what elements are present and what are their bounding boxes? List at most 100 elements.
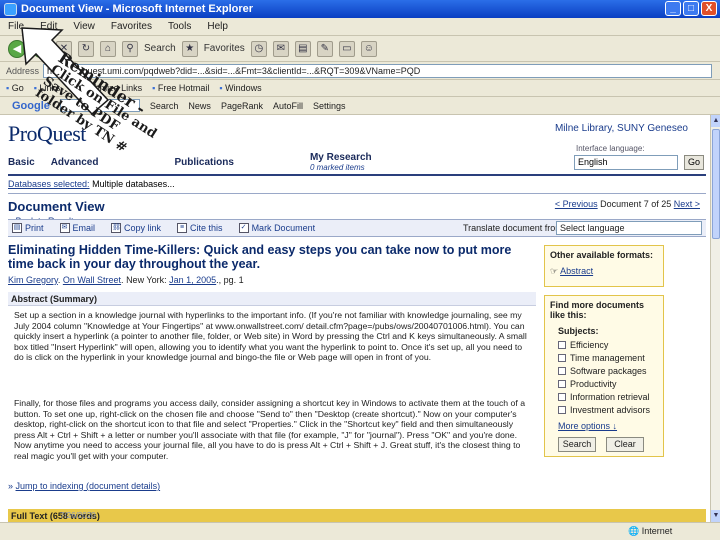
google-settings-button[interactable]: Settings (313, 101, 346, 111)
links-item[interactable]: Windows (219, 83, 262, 93)
forward-arrow-icon[interactable]: ▶ (32, 39, 50, 58)
vertical-scrollbar[interactable]: ▲ ▼ (710, 115, 720, 522)
document-action-bar: ▤ Print ✉ Email ⛓ Copy link ≡ Cite this ✓ Mar… (8, 219, 706, 237)
address-field[interactable]: http://proquest.umi.com/pqdweb?did=...&s… (43, 63, 712, 78)
subject-checkbox[interactable] (558, 354, 566, 362)
subject-checkbox[interactable] (558, 380, 566, 388)
other-formats-title: Other available formats: (550, 250, 654, 260)
mail-icon[interactable]: ✉ (272, 40, 289, 57)
go-button[interactable]: Go (684, 155, 704, 170)
nav-publications[interactable]: Publications (174, 157, 233, 168)
messenger-icon[interactable]: ☺ (360, 40, 377, 57)
more-options-link[interactable]: More options ↓ (558, 421, 658, 431)
links-item[interactable]: Free Hotmail (152, 83, 210, 93)
my-research-label[interactable]: My Research (310, 152, 372, 163)
document-pagination: < Previous Document 7 of 25 Next > (555, 199, 700, 209)
other-formats-box: Other available formats: ☞ Abstract (544, 245, 664, 287)
home-icon[interactable]: ⌂ (100, 40, 116, 57)
subject-label: Software packages (570, 366, 647, 376)
window-title-bar: Document View - Microsoft Internet Explo… (0, 0, 720, 18)
subject-label: Efficiency (570, 340, 609, 350)
date-link[interactable]: Jan 1, 2005 (169, 275, 216, 285)
menu-file[interactable]: File (8, 21, 24, 32)
google-news-button[interactable]: News (188, 101, 211, 111)
subject-checkbox[interactable] (558, 393, 566, 401)
links-item[interactable]: Go (6, 83, 24, 93)
search-icon[interactable]: ⚲ (122, 40, 138, 57)
menu-help[interactable]: Help (207, 21, 228, 32)
find-more-title: Find more documents like this: (550, 300, 645, 320)
menu-tools[interactable]: Tools (168, 21, 191, 32)
find-more-buttons: Search Clear (558, 437, 658, 452)
mark-document-action[interactable]: ✓ Mark Document (238, 223, 316, 233)
subject-checkbox[interactable] (558, 367, 566, 375)
cite-icon: ≡ (177, 223, 188, 233)
scroll-up-icon[interactable]: ▲ (711, 115, 720, 127)
my-research-folder[interactable]: My Research 0 marked items (310, 152, 372, 172)
minimize-button[interactable]: _ (665, 1, 681, 16)
subject-label: Investment advisors (570, 405, 651, 415)
subject-option[interactable]: Software packages (558, 366, 658, 376)
subjects-label: Subjects: (558, 326, 599, 336)
jump-to-indexing-label[interactable]: Jump to indexing (document details) (16, 481, 161, 491)
internet-zone: 🌐 Internet (628, 526, 673, 536)
cite-action[interactable]: ≡ Cite this (177, 223, 223, 233)
author-link[interactable]: Kim Gregory (8, 275, 58, 285)
favorites-star-icon[interactable]: ★ (181, 40, 198, 57)
document-count: Document 7 of 25 (600, 199, 672, 209)
email-action[interactable]: ✉ Email (59, 223, 96, 233)
link-icon: ⛓ (111, 223, 122, 233)
mark-document-label[interactable]: Mark Document (252, 223, 316, 233)
abstract-format-link[interactable]: Abstract (560, 266, 593, 276)
window-controls: _ □ X (665, 1, 717, 16)
status-bar: 🌐 Internet (0, 522, 720, 540)
refresh-icon[interactable]: ↻ (78, 40, 94, 57)
search-button[interactable]: Search (558, 437, 596, 452)
favorites-label[interactable]: Favorites (204, 43, 245, 54)
previous-link[interactable]: < Previous (555, 199, 598, 209)
abstract-format-icon: ☞ (550, 266, 561, 276)
subject-option[interactable]: Productivity (558, 379, 658, 389)
menu-favorites[interactable]: Favorites (111, 21, 152, 32)
translate-language-select[interactable]: Select language (556, 221, 702, 235)
google-autofill-button[interactable]: AutoFill (273, 101, 303, 111)
edit-icon[interactable]: ✎ (316, 40, 333, 57)
history-icon[interactable]: ◷ (250, 40, 267, 57)
jump-to-indexing[interactable]: » Jump to indexing (document details) (8, 481, 160, 491)
close-button[interactable]: X (701, 1, 717, 16)
scroll-thumb[interactable] (712, 129, 720, 239)
copy-link-label[interactable]: Copy link (124, 223, 161, 233)
subject-option[interactable]: Information retrieval (558, 392, 658, 402)
google-pagerank-button[interactable]: PageRank (221, 101, 263, 111)
print-label[interactable]: Print (25, 223, 44, 233)
cite-label[interactable]: Cite this (190, 223, 223, 233)
subject-option[interactable]: Investment advisors (558, 405, 658, 415)
email-label[interactable]: Email (73, 223, 96, 233)
search-label[interactable]: Search (144, 43, 176, 54)
page-reference: pg. 1 (223, 275, 244, 285)
menu-bar: File Edit View Favorites Tools Help (0, 18, 720, 36)
interface-language-label: Interface language: (576, 144, 645, 153)
scroll-down-icon[interactable]: ▼ (711, 510, 720, 522)
subject-label: Productivity (570, 379, 617, 389)
menu-view[interactable]: View (73, 21, 95, 32)
menu-edit[interactable]: Edit (40, 21, 57, 32)
abstract-heading: Abstract (Summary) (8, 292, 536, 306)
folder-icon[interactable]: ▭ (338, 40, 355, 57)
print-action[interactable]: ▤ Print (12, 223, 44, 233)
interface-language-select[interactable]: English (574, 155, 678, 170)
back-arrow-icon[interactable]: ◀ (8, 39, 26, 58)
subject-checkbox[interactable] (558, 341, 566, 349)
subject-option[interactable]: Time management (558, 353, 658, 363)
marked-items-link[interactable]: 0 marked items (310, 163, 372, 172)
subject-option[interactable]: Efficiency (558, 340, 658, 350)
copy-link-action[interactable]: ⛓ Copy link (111, 223, 161, 233)
maximize-button[interactable]: □ (683, 1, 699, 16)
print-icon[interactable]: ▤ (294, 40, 311, 57)
full-text-header: Full Text (658 words) (8, 509, 706, 522)
subject-checkbox[interactable] (558, 406, 566, 414)
article-title: Eliminating Hidden Time-Killers: Quick a… (8, 243, 512, 271)
next-link[interactable]: Next > (674, 199, 700, 209)
journal-link[interactable]: On Wall Street (63, 275, 121, 285)
clear-button[interactable]: Clear (606, 437, 644, 452)
